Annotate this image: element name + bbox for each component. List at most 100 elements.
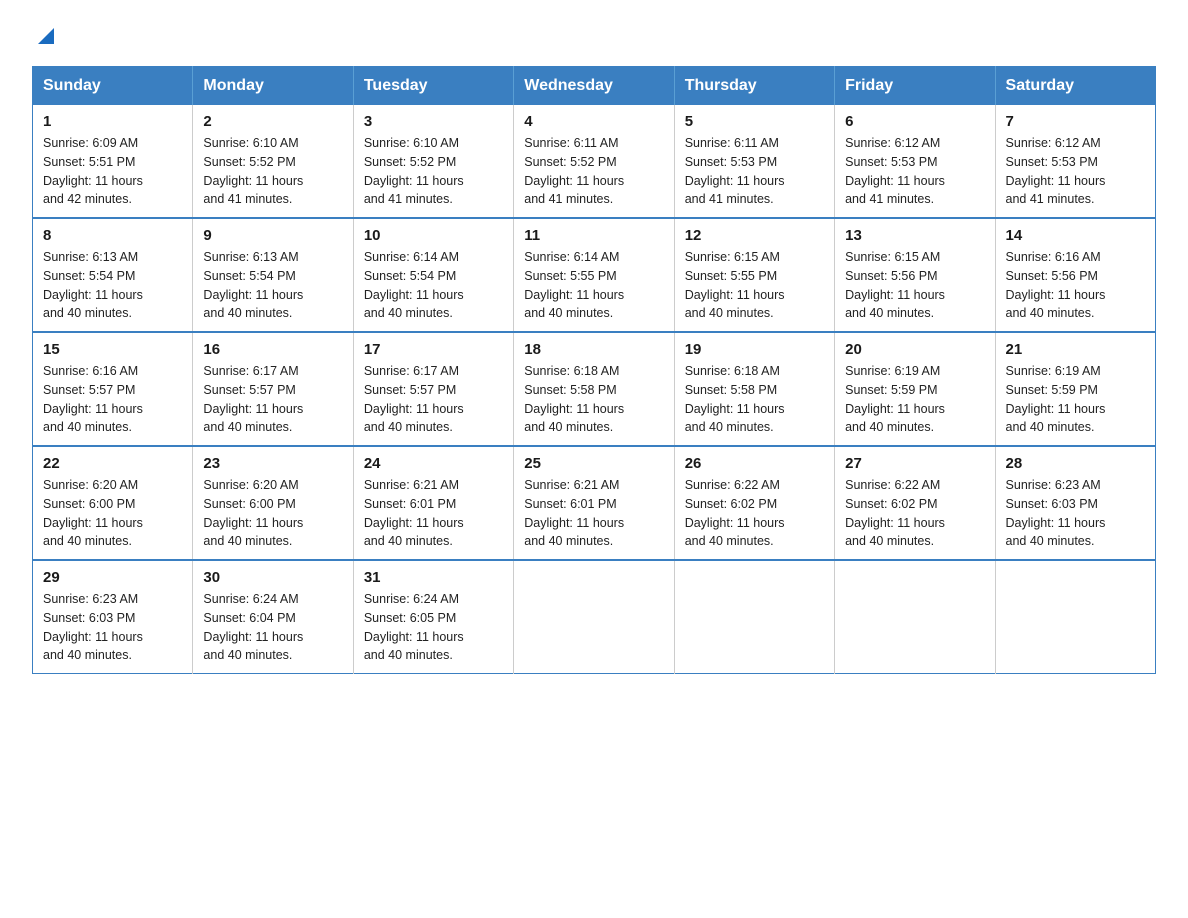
calendar-cell: 29 Sunrise: 6:23 AM Sunset: 6:03 PM Dayl…	[33, 560, 193, 674]
column-header-monday: Monday	[193, 67, 353, 106]
day-number: 10	[364, 227, 503, 244]
column-header-wednesday: Wednesday	[514, 67, 674, 106]
day-info: Sunrise: 6:19 AM Sunset: 5:59 PM Dayligh…	[1006, 362, 1145, 437]
page-header	[32, 24, 1156, 46]
day-info: Sunrise: 6:15 AM Sunset: 5:55 PM Dayligh…	[685, 248, 824, 323]
day-number: 1	[43, 113, 182, 130]
day-number: 2	[203, 113, 342, 130]
day-info: Sunrise: 6:17 AM Sunset: 5:57 PM Dayligh…	[364, 362, 503, 437]
day-info: Sunrise: 6:13 AM Sunset: 5:54 PM Dayligh…	[203, 248, 342, 323]
day-number: 3	[364, 113, 503, 130]
day-number: 18	[524, 341, 663, 358]
calendar-cell: 17 Sunrise: 6:17 AM Sunset: 5:57 PM Dayl…	[353, 332, 513, 446]
day-number: 11	[524, 227, 663, 244]
calendar-cell: 25 Sunrise: 6:21 AM Sunset: 6:01 PM Dayl…	[514, 446, 674, 560]
day-info: Sunrise: 6:17 AM Sunset: 5:57 PM Dayligh…	[203, 362, 342, 437]
calendar-cell: 27 Sunrise: 6:22 AM Sunset: 6:02 PM Dayl…	[835, 446, 995, 560]
day-info: Sunrise: 6:09 AM Sunset: 5:51 PM Dayligh…	[43, 134, 182, 209]
calendar-cell: 14 Sunrise: 6:16 AM Sunset: 5:56 PM Dayl…	[995, 218, 1155, 332]
column-header-friday: Friday	[835, 67, 995, 106]
calendar-cell: 15 Sunrise: 6:16 AM Sunset: 5:57 PM Dayl…	[33, 332, 193, 446]
day-info: Sunrise: 6:24 AM Sunset: 6:04 PM Dayligh…	[203, 590, 342, 665]
column-header-saturday: Saturday	[995, 67, 1155, 106]
day-info: Sunrise: 6:18 AM Sunset: 5:58 PM Dayligh…	[524, 362, 663, 437]
day-number: 29	[43, 569, 182, 586]
day-number: 7	[1006, 113, 1145, 130]
day-number: 13	[845, 227, 984, 244]
day-number: 14	[1006, 227, 1145, 244]
calendar-cell	[995, 560, 1155, 674]
day-number: 22	[43, 455, 182, 472]
day-number: 24	[364, 455, 503, 472]
calendar-cell: 30 Sunrise: 6:24 AM Sunset: 6:04 PM Dayl…	[193, 560, 353, 674]
calendar-cell: 22 Sunrise: 6:20 AM Sunset: 6:00 PM Dayl…	[33, 446, 193, 560]
day-info: Sunrise: 6:14 AM Sunset: 5:54 PM Dayligh…	[364, 248, 503, 323]
day-info: Sunrise: 6:16 AM Sunset: 5:56 PM Dayligh…	[1006, 248, 1145, 323]
day-number: 26	[685, 455, 824, 472]
day-info: Sunrise: 6:22 AM Sunset: 6:02 PM Dayligh…	[845, 476, 984, 551]
day-number: 27	[845, 455, 984, 472]
calendar-cell: 28 Sunrise: 6:23 AM Sunset: 6:03 PM Dayl…	[995, 446, 1155, 560]
calendar-cell	[835, 560, 995, 674]
calendar-cell: 10 Sunrise: 6:14 AM Sunset: 5:54 PM Dayl…	[353, 218, 513, 332]
day-info: Sunrise: 6:23 AM Sunset: 6:03 PM Dayligh…	[43, 590, 182, 665]
day-number: 15	[43, 341, 182, 358]
day-number: 28	[1006, 455, 1145, 472]
calendar-week-2: 8 Sunrise: 6:13 AM Sunset: 5:54 PM Dayli…	[33, 218, 1156, 332]
day-info: Sunrise: 6:13 AM Sunset: 5:54 PM Dayligh…	[43, 248, 182, 323]
calendar-cell: 19 Sunrise: 6:18 AM Sunset: 5:58 PM Dayl…	[674, 332, 834, 446]
day-info: Sunrise: 6:10 AM Sunset: 5:52 PM Dayligh…	[203, 134, 342, 209]
calendar-cell: 9 Sunrise: 6:13 AM Sunset: 5:54 PM Dayli…	[193, 218, 353, 332]
day-number: 5	[685, 113, 824, 130]
day-info: Sunrise: 6:14 AM Sunset: 5:55 PM Dayligh…	[524, 248, 663, 323]
calendar-cell: 3 Sunrise: 6:10 AM Sunset: 5:52 PM Dayli…	[353, 105, 513, 218]
day-info: Sunrise: 6:20 AM Sunset: 6:00 PM Dayligh…	[43, 476, 182, 551]
day-number: 6	[845, 113, 984, 130]
day-number: 12	[685, 227, 824, 244]
day-number: 30	[203, 569, 342, 586]
calendar-cell: 12 Sunrise: 6:15 AM Sunset: 5:55 PM Dayl…	[674, 218, 834, 332]
day-info: Sunrise: 6:24 AM Sunset: 6:05 PM Dayligh…	[364, 590, 503, 665]
day-number: 31	[364, 569, 503, 586]
column-header-tuesday: Tuesday	[353, 67, 513, 106]
calendar-cell: 18 Sunrise: 6:18 AM Sunset: 5:58 PM Dayl…	[514, 332, 674, 446]
day-info: Sunrise: 6:11 AM Sunset: 5:52 PM Dayligh…	[524, 134, 663, 209]
column-header-thursday: Thursday	[674, 67, 834, 106]
day-info: Sunrise: 6:15 AM Sunset: 5:56 PM Dayligh…	[845, 248, 984, 323]
logo	[32, 24, 56, 46]
calendar-week-5: 29 Sunrise: 6:23 AM Sunset: 6:03 PM Dayl…	[33, 560, 1156, 674]
day-number: 25	[524, 455, 663, 472]
day-info: Sunrise: 6:18 AM Sunset: 5:58 PM Dayligh…	[685, 362, 824, 437]
calendar-body: 1 Sunrise: 6:09 AM Sunset: 5:51 PM Dayli…	[33, 105, 1156, 674]
calendar-cell: 20 Sunrise: 6:19 AM Sunset: 5:59 PM Dayl…	[835, 332, 995, 446]
calendar-cell: 8 Sunrise: 6:13 AM Sunset: 5:54 PM Dayli…	[33, 218, 193, 332]
day-number: 17	[364, 341, 503, 358]
calendar-week-4: 22 Sunrise: 6:20 AM Sunset: 6:00 PM Dayl…	[33, 446, 1156, 560]
day-number: 19	[685, 341, 824, 358]
calendar-cell: 5 Sunrise: 6:11 AM Sunset: 5:53 PM Dayli…	[674, 105, 834, 218]
calendar-cell	[514, 560, 674, 674]
day-info: Sunrise: 6:19 AM Sunset: 5:59 PM Dayligh…	[845, 362, 984, 437]
day-info: Sunrise: 6:23 AM Sunset: 6:03 PM Dayligh…	[1006, 476, 1145, 551]
calendar-header: SundayMondayTuesdayWednesdayThursdayFrid…	[33, 67, 1156, 106]
calendar-cell	[674, 560, 834, 674]
day-info: Sunrise: 6:12 AM Sunset: 5:53 PM Dayligh…	[1006, 134, 1145, 209]
calendar-week-1: 1 Sunrise: 6:09 AM Sunset: 5:51 PM Dayli…	[33, 105, 1156, 218]
calendar-cell: 6 Sunrise: 6:12 AM Sunset: 5:53 PM Dayli…	[835, 105, 995, 218]
day-info: Sunrise: 6:16 AM Sunset: 5:57 PM Dayligh…	[43, 362, 182, 437]
logo-triangle-icon	[34, 24, 56, 46]
header-row: SundayMondayTuesdayWednesdayThursdayFrid…	[33, 67, 1156, 106]
calendar-cell: 1 Sunrise: 6:09 AM Sunset: 5:51 PM Dayli…	[33, 105, 193, 218]
calendar-week-3: 15 Sunrise: 6:16 AM Sunset: 5:57 PM Dayl…	[33, 332, 1156, 446]
calendar-cell: 11 Sunrise: 6:14 AM Sunset: 5:55 PM Dayl…	[514, 218, 674, 332]
day-info: Sunrise: 6:10 AM Sunset: 5:52 PM Dayligh…	[364, 134, 503, 209]
day-info: Sunrise: 6:22 AM Sunset: 6:02 PM Dayligh…	[685, 476, 824, 551]
day-number: 23	[203, 455, 342, 472]
day-number: 4	[524, 113, 663, 130]
day-info: Sunrise: 6:11 AM Sunset: 5:53 PM Dayligh…	[685, 134, 824, 209]
day-info: Sunrise: 6:12 AM Sunset: 5:53 PM Dayligh…	[845, 134, 984, 209]
calendar-cell: 2 Sunrise: 6:10 AM Sunset: 5:52 PM Dayli…	[193, 105, 353, 218]
calendar-cell: 7 Sunrise: 6:12 AM Sunset: 5:53 PM Dayli…	[995, 105, 1155, 218]
day-info: Sunrise: 6:20 AM Sunset: 6:00 PM Dayligh…	[203, 476, 342, 551]
day-number: 21	[1006, 341, 1145, 358]
